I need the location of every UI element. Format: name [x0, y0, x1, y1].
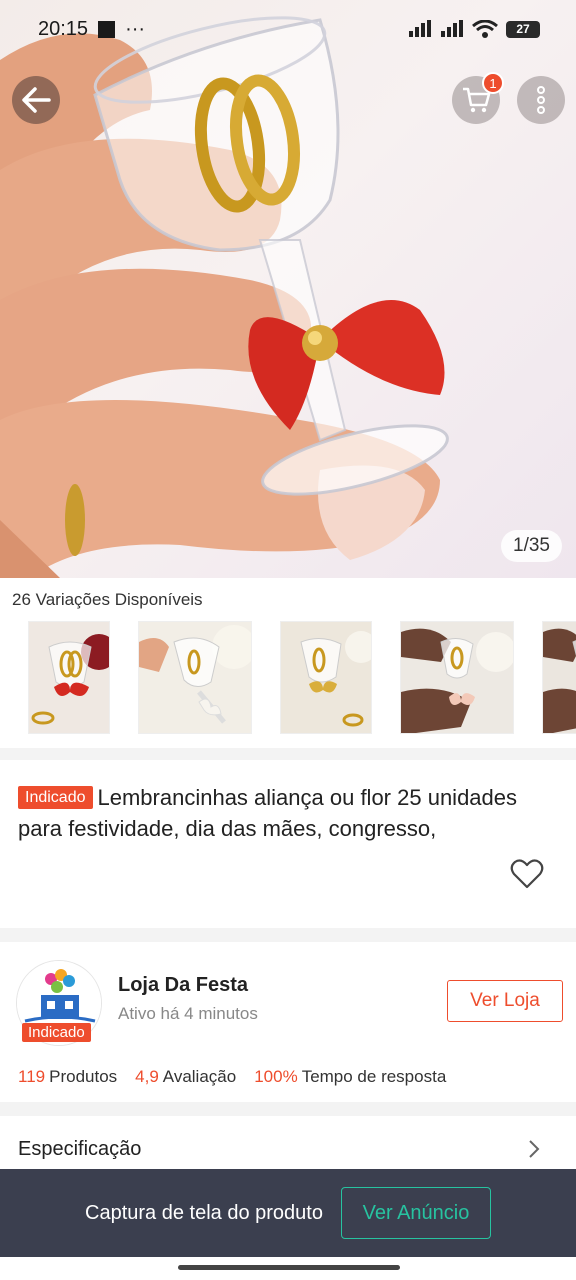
signal-icon-2: [441, 20, 463, 37]
variation-thumb-3[interactable]: [280, 621, 372, 734]
stat-rating: 4,9 Avaliação: [135, 1067, 237, 1086]
navigation-bar: [0, 1257, 576, 1280]
signal-icon: [409, 20, 431, 37]
variation-thumb-1[interactable]: [28, 621, 110, 734]
shop-active-status: Ativo há 4 minutos: [118, 1004, 258, 1023]
wifi-icon: [472, 20, 498, 38]
cart-button[interactable]: 1: [452, 72, 504, 124]
shop-section: Indicado Loja Da Festa Ativo há 4 minuto…: [0, 942, 576, 1102]
section-divider: [0, 748, 576, 760]
more-options-button[interactable]: [517, 76, 565, 124]
cart-count-badge: 1: [482, 72, 504, 94]
variation-thumbnails: [28, 621, 576, 734]
back-button[interactable]: [12, 76, 60, 124]
variations-title: 26 Variações Disponíveis: [12, 590, 203, 609]
shop-recommended-tag: Indicado: [22, 1023, 91, 1042]
recommended-tag: Indicado: [18, 786, 93, 809]
view-listing-button[interactable]: Ver Anúncio: [340, 1187, 491, 1239]
more-vertical-icon: [537, 86, 545, 114]
section-divider: [0, 1102, 576, 1116]
favorite-button[interactable]: [510, 858, 544, 895]
specification-label: Especificação: [18, 1138, 142, 1160]
stat-products: 119 Produtos: [18, 1067, 118, 1086]
product-image-gallery[interactable]: 20:15 ··· 27 1 1/35: [0, 0, 576, 578]
view-shop-button[interactable]: Ver Loja: [447, 980, 563, 1022]
chevron-right-icon: [529, 1140, 540, 1158]
screenshot-banner: Captura de tela do produto Ver Anúncio: [0, 1169, 576, 1257]
variation-thumb-2[interactable]: [138, 621, 252, 734]
status-time: 20:15: [38, 17, 89, 40]
section-divider: [0, 928, 576, 942]
variation-thumb-5[interactable]: [542, 621, 576, 734]
shop-stats: 119 Produtos 4,9 Avaliação 100% Tempo de re…: [18, 1067, 446, 1087]
variation-thumb-4[interactable]: [400, 621, 514, 734]
status-bar: 20:15 ··· 27: [0, 0, 576, 58]
shop-name[interactable]: Loja Da Festa: [118, 974, 248, 997]
notification-icon: [98, 20, 116, 38]
product-title: Indicado Lembrancinhas aliança ou flor 25…: [18, 782, 558, 844]
home-indicator[interactable]: [178, 1265, 400, 1270]
stat-response-time: 100% Tempo de resposta: [254, 1067, 447, 1086]
product-title-section: Indicado Lembrancinhas aliança ou flor 25…: [0, 760, 576, 928]
arrow-left-icon: [22, 87, 51, 113]
heart-icon: [510, 859, 544, 889]
variations-section: 26 Variações Disponíveis: [0, 578, 576, 748]
banner-text: Captura de tela do produto: [85, 1201, 323, 1224]
specification-row[interactable]: Especificação: [0, 1116, 576, 1170]
product-title-text: Lembrancinhas aliança ou flor 25 unidade…: [18, 785, 518, 841]
image-counter: 1/35: [501, 530, 562, 562]
battery-icon: 27: [506, 20, 540, 38]
status-more-indicator: ···: [125, 17, 146, 40]
